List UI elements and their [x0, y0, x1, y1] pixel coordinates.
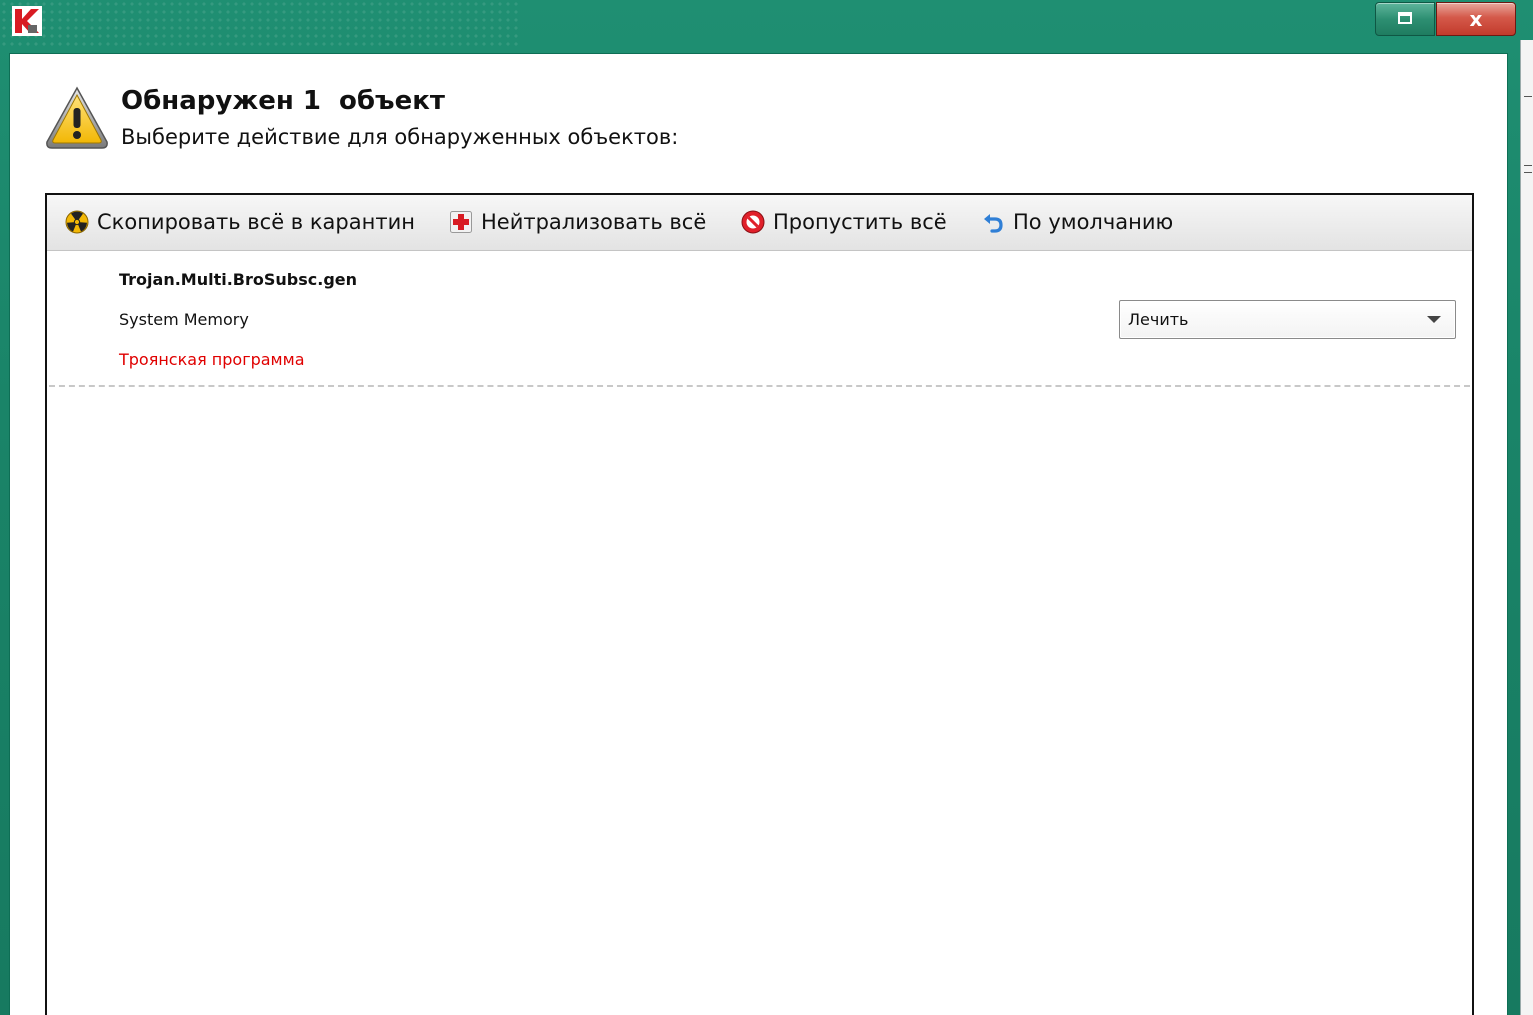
restore-window-icon [1398, 12, 1412, 24]
neutralize-all-button[interactable]: Нейтрализовать всё [449, 207, 706, 237]
restore-button[interactable] [1375, 2, 1435, 36]
no-entry-icon [741, 210, 765, 234]
actions-toolbar: Скопировать всё в карантин Нейтрализоват… [47, 195, 1472, 251]
close-icon: x [1469, 7, 1483, 31]
threat-location: System Memory [119, 310, 249, 329]
radiation-icon [65, 210, 89, 234]
page-title: Обнаружен 1 объект [121, 86, 445, 116]
undo-arrow-icon [984, 214, 1003, 233]
frame-pattern [0, 0, 520, 50]
skip-all-button[interactable]: Пропустить всё [741, 207, 947, 237]
page-subtitle: Выберите действие для обнаруженных объек… [121, 125, 679, 149]
warning-triangle-icon [46, 86, 108, 149]
row-divider [49, 385, 1470, 387]
skip-all-label: Пропустить всё [773, 210, 947, 234]
detections-panel: Скопировать всё в карантин Нейтрализоват… [45, 193, 1474, 1015]
default-button[interactable]: По умолчанию [981, 207, 1173, 237]
threat-type: Троянская программа [119, 350, 305, 369]
background-window-edge [1520, 40, 1533, 1015]
action-dropdown[interactable]: Лечить [1119, 300, 1456, 339]
threat-name: Trojan.Multi.BroSubsc.gen [119, 270, 358, 289]
default-label: По умолчанию [1013, 210, 1174, 234]
chevron-down-icon [1427, 316, 1441, 323]
red-cross-icon [450, 211, 472, 233]
neutralize-all-label: Нейтрализовать всё [481, 210, 707, 234]
close-button[interactable]: x [1436, 2, 1516, 36]
action-dropdown-value: Лечить [1128, 310, 1189, 329]
quarantine-all-label: Скопировать всё в карантин [97, 210, 415, 234]
kaspersky-logo-icon [12, 6, 42, 36]
quarantine-all-button[interactable]: Скопировать всё в карантин [65, 207, 415, 237]
